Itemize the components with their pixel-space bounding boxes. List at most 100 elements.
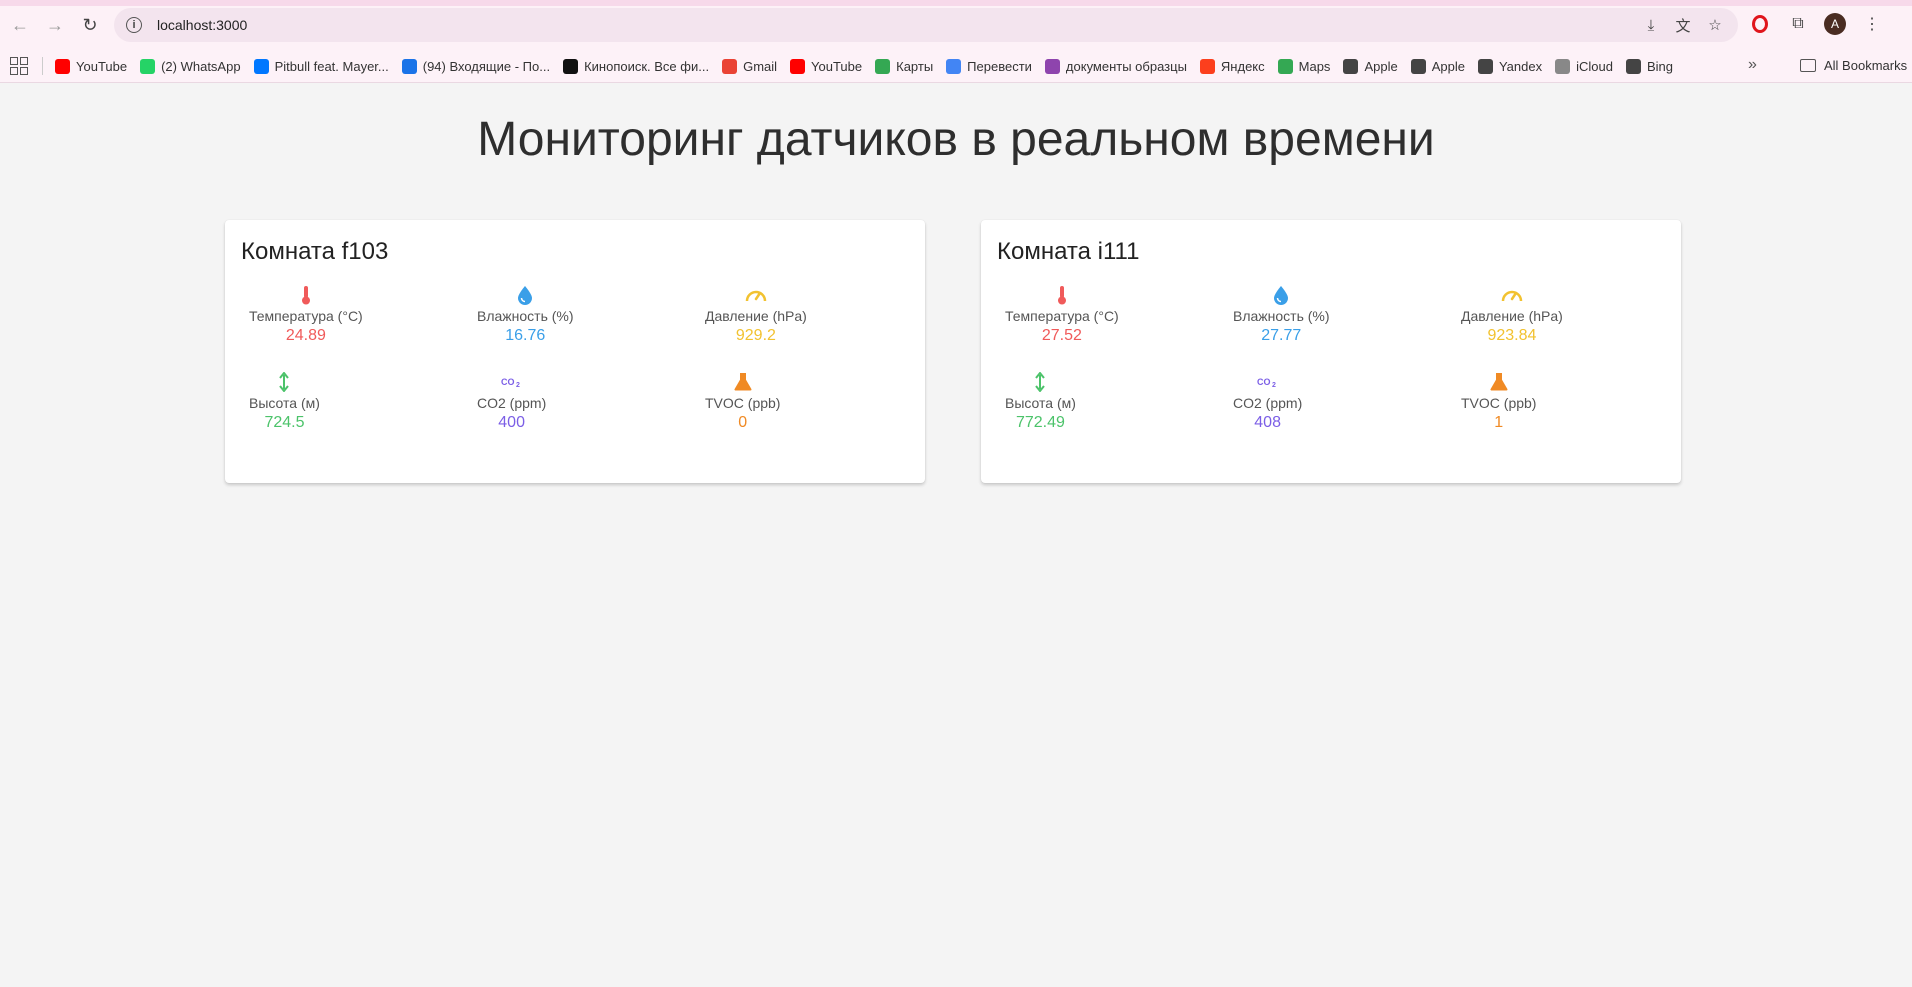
metric-value: 929.2 [735, 327, 776, 344]
profile-avatar[interactable]: A [1824, 13, 1846, 35]
bookmark-label: Перевести [967, 58, 1032, 74]
install-app-icon[interactable]: ⤓ [1640, 14, 1662, 36]
address-bar[interactable]: i localhost:3000 ⤓ 文 ☆ [114, 8, 1738, 42]
bookmark-favicon-icon [1044, 58, 1060, 74]
bookmark-label: Кинопоиск. Все фи... [584, 58, 710, 74]
metric-tvoc: TVOC (ppb) 0 [697, 371, 925, 432]
opera-extension-icon[interactable] [1748, 12, 1772, 36]
bookmark-favicon-icon [1199, 58, 1215, 74]
back-button[interactable]: ← [5, 10, 35, 40]
bookmark-label: (94) Входящие - По... [422, 58, 551, 74]
all-bookmarks-label: All Bookmarks [1824, 58, 1908, 73]
water-drop-icon [517, 284, 533, 306]
bookmark-item[interactable]: YouTube [790, 58, 862, 74]
co2-icon: CO 2 [501, 371, 523, 393]
bookmark-item[interactable]: Maps [1277, 58, 1331, 74]
all-bookmarks-button[interactable]: All Bookmarks [1800, 58, 1907, 73]
metric-value: 923.84 [1487, 327, 1537, 344]
translate-icon[interactable]: 文 [1672, 14, 1694, 36]
bookmark-favicon-icon [790, 58, 806, 74]
bookmark-item[interactable]: Yandex [1477, 58, 1542, 74]
bookmark-favicon-icon [1555, 58, 1571, 74]
reload-button[interactable]: ↻ [75, 10, 105, 40]
bookmark-item[interactable]: Bing [1625, 58, 1673, 74]
tab-strip-edge [0, 0, 1912, 6]
metric-value: 772.49 [1015, 414, 1065, 431]
bookmark-label: YouTube [76, 58, 128, 74]
metric-label: Высота (м) [1005, 395, 1076, 411]
bookmark-item[interactable]: Карты [875, 58, 934, 74]
metric-label: CO2 (ppm) [1233, 395, 1303, 411]
bookmark-item[interactable]: Кинопоиск. Все фи... [563, 58, 710, 74]
bookmark-label: Maps [1298, 58, 1331, 74]
bookmark-favicon-icon [1343, 58, 1359, 74]
metric-label: Давление (hPa) [705, 308, 807, 324]
metric-co2: CO 2 CO2 (ppm) 400 [469, 371, 697, 432]
metric-value: 400 [498, 414, 525, 431]
bookmark-label: Apple [1364, 58, 1398, 74]
bookmark-item[interactable]: документы образцы [1044, 58, 1187, 74]
bookmark-label: документы образцы [1065, 58, 1187, 74]
bookmark-label: (2) WhatsApp [161, 58, 241, 74]
bookmark-favicon-icon [1477, 58, 1493, 74]
reload-icon: ↻ [82, 14, 98, 35]
metric-value: 27.52 [1041, 327, 1082, 344]
bookmark-item[interactable]: Apple [1410, 58, 1465, 74]
metric-label: Температура (°C) [1005, 308, 1119, 324]
bookmark-item[interactable]: Pitbull feat. Mayer... [253, 58, 389, 74]
metric-value: 16.76 [505, 327, 546, 344]
address-url[interactable]: localhost:3000 [157, 17, 247, 33]
room-title: Комната f103 [241, 238, 389, 265]
metric-value: 27.77 [1261, 327, 1302, 344]
arrow-left-icon: ← [11, 14, 29, 35]
menu-icon[interactable]: ⋮ [1860, 12, 1884, 36]
metric-temperature: Температура (°C) 27.52 [997, 284, 1225, 345]
site-info-icon[interactable]: i [126, 17, 142, 33]
bookmark-label: Gmail [743, 58, 778, 74]
svg-text:CO: CO [1257, 377, 1271, 387]
bookmark-favicon-icon [401, 58, 417, 74]
sensor-grid: Температура (°C) 24.89 Влажность (%) 16.76 Д… [241, 284, 909, 432]
bookmark-favicon-icon [140, 58, 156, 74]
bookmark-item[interactable]: iCloud [1555, 58, 1613, 74]
page-title: Мониторинг датчиков в реальном времени [477, 113, 1435, 166]
water-drop-icon [1273, 284, 1289, 306]
co2-icon: CO 2 [1257, 371, 1279, 393]
bookmark-item[interactable]: (94) Входящие - По... [401, 58, 551, 74]
metric-pressure: Давление (hPa) 929.2 [697, 284, 925, 345]
bookmark-label: Bing [1646, 58, 1673, 74]
room-card: Комната i111 Температура (°C) 27.52 Влажнос… [981, 220, 1681, 483]
apps-grid-icon[interactable] [10, 57, 28, 75]
metric-label: Высота (м) [249, 395, 320, 411]
star-icon[interactable]: ☆ [1704, 14, 1726, 36]
bookmark-label: Карты [896, 58, 934, 74]
bookmark-item[interactable]: YouTube [55, 58, 128, 74]
bookmark-favicon-icon [722, 58, 738, 74]
bookmarks-separator [42, 57, 43, 75]
room-card: Комната f103 Температура (°C) 24.89 Влажнос… [225, 220, 925, 483]
metric-value: 1 [1494, 414, 1504, 431]
bookmarks-bar: YouTube (2) WhatsApp Pitbull feat. Mayer..… [0, 50, 1912, 83]
metric-pressure: Давление (hPa) 923.84 [1453, 284, 1681, 345]
vertical-arrows-icon [278, 371, 290, 393]
bookmark-item[interactable]: Перевести [946, 58, 1032, 74]
folder-icon [1800, 59, 1816, 72]
extensions-icon[interactable]: ⧉ [1786, 12, 1810, 36]
bookmark-item[interactable]: Gmail [722, 58, 778, 74]
metric-tvoc: TVOC (ppb) 1 [1453, 371, 1681, 432]
bookmark-label: Pitbull feat. Mayer... [274, 58, 389, 74]
bookmark-favicon-icon [1410, 58, 1426, 74]
bookmark-favicon-icon [875, 58, 891, 74]
chevron-double-right-icon[interactable]: » [1748, 56, 1757, 74]
bookmark-favicon-icon [563, 58, 579, 74]
bookmark-favicon-icon [253, 58, 269, 74]
forward-button[interactable]: → [40, 10, 70, 40]
bookmark-favicon-icon [1625, 58, 1641, 74]
vertical-arrows-icon [1034, 371, 1046, 393]
metric-label: TVOC (ppb) [1461, 395, 1537, 411]
bookmark-item[interactable]: Яндекс [1199, 58, 1265, 74]
bookmark-item[interactable]: Apple [1343, 58, 1398, 74]
bookmark-item[interactable]: (2) WhatsApp [140, 58, 241, 74]
browser-toolbar: ← → ↻ i localhost:3000 ⤓ 文 ☆ ⧉ A ⋮ [0, 0, 1912, 50]
flask-icon [734, 371, 752, 393]
